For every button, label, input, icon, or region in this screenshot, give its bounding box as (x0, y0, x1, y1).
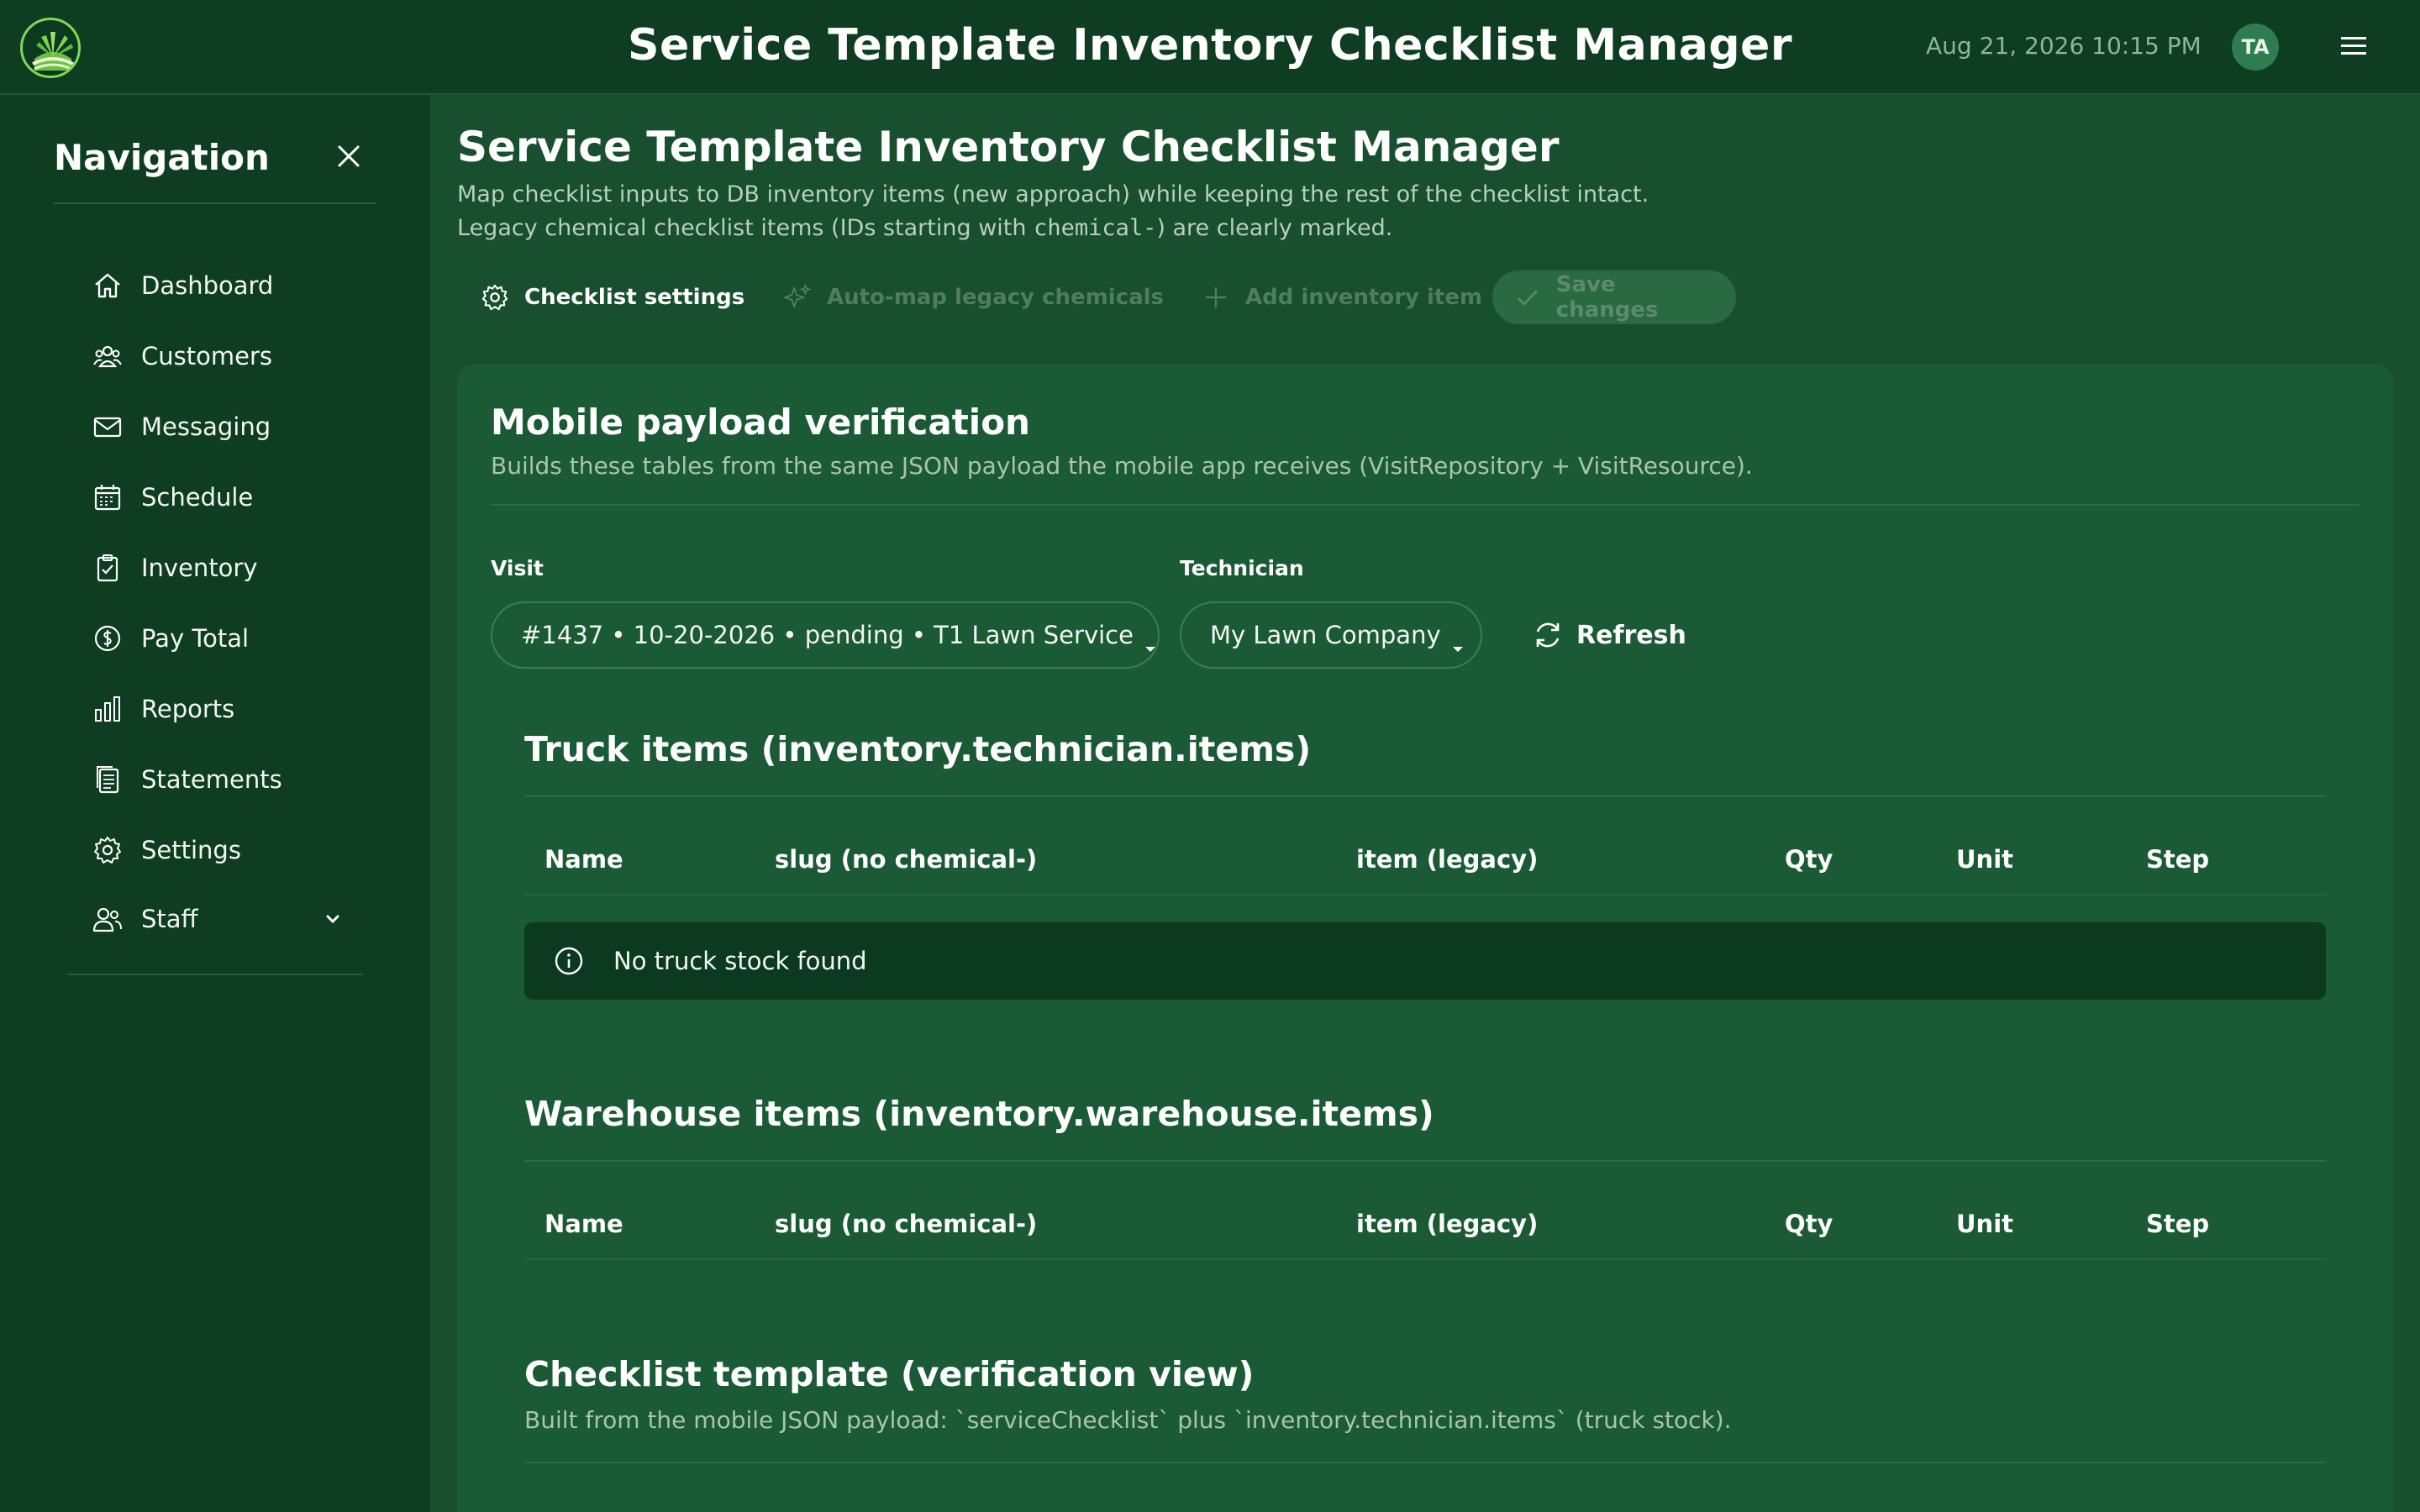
empty-state-message: No truck stock found (613, 947, 867, 975)
divider (524, 1462, 2326, 1463)
sidebar-item-statements[interactable]: Statements (91, 754, 360, 805)
caret-down-icon (1451, 631, 1465, 652)
close-icon[interactable] (334, 142, 363, 171)
top-bar: Service Template Inventory Checklist Man… (0, 0, 2420, 95)
sidebar-item-label: Staff (141, 905, 198, 933)
staff-icon (91, 902, 124, 936)
checklist-settings-button[interactable]: Checklist settings (459, 270, 766, 324)
clipboard-check-icon (91, 551, 124, 585)
column-header: Qty (1785, 845, 1833, 874)
home-icon (91, 269, 124, 302)
sidebar-item-reports[interactable]: Reports (91, 684, 360, 734)
column-header: item (legacy) (1356, 845, 1539, 874)
bar-chart-icon (91, 692, 124, 726)
sidebar-item-dashboard[interactable]: Dashboard (91, 260, 360, 311)
sidebar-item-pay-total[interactable]: Pay Total (91, 613, 360, 664)
sidebar-item-settings[interactable]: Settings (91, 825, 360, 875)
sidebar-item-customers[interactable]: Customers (91, 331, 360, 381)
sidebar-item-label: Customers (141, 342, 272, 370)
page-description: Map checklist inputs to DB inventory ite… (457, 178, 1649, 245)
sidebar-item-schedule[interactable]: Schedule (91, 472, 360, 522)
check-icon (1514, 283, 1541, 312)
sidebar-item-label: Dashboard (141, 271, 274, 300)
desc-code: chemical- (1034, 215, 1157, 241)
sidebar-item-label: Schedule (141, 483, 254, 512)
chevron-down-icon[interactable] (323, 909, 343, 929)
caret-down-icon (1144, 631, 1157, 652)
envelope-icon (91, 410, 124, 444)
nav-heading: Navigation (54, 137, 270, 178)
sidebar-item-inventory[interactable]: Inventory (91, 543, 360, 593)
divider (524, 894, 2326, 895)
plus-icon (1202, 283, 1230, 312)
nav-divider (67, 974, 363, 975)
visit-label: Visit (491, 556, 544, 580)
sidebar-item-staff[interactable]: Staff (91, 894, 360, 944)
calendar-icon (91, 480, 124, 514)
nav-divider (54, 202, 376, 204)
users-group-icon (91, 339, 124, 373)
button-label: Save changes (1555, 272, 1659, 323)
visit-select[interactable]: #1437 • 10-20-2026 • pending • T1 Lawn S… (491, 601, 1160, 669)
checklist-template-subtitle: Built from the mobile JSON payload: `ser… (524, 1406, 1732, 1434)
warehouse-items-title: Warehouse items (inventory.warehouse.ite… (524, 1094, 1434, 1134)
truck-empty-state: No truck stock found (524, 922, 2326, 1000)
dollar-circle-icon (91, 622, 124, 655)
column-header: Name (544, 1210, 623, 1238)
sidebar-item-label: Messaging (141, 412, 271, 441)
save-changes-button[interactable]: Save changes (1492, 270, 1736, 324)
technician-select[interactable]: My Lawn Company (1180, 601, 1482, 669)
sidebar-item-label: Inventory (141, 554, 258, 582)
column-header: Step (2146, 1210, 2210, 1238)
technician-select-value: My Lawn Company (1210, 621, 1441, 649)
button-label: Auto-map legacy chemicals (827, 285, 1165, 310)
info-icon (553, 945, 585, 977)
sidebar-item-label: Settings (141, 836, 241, 864)
divider (491, 504, 2360, 506)
column-header: Qty (1785, 1210, 1833, 1238)
sidebar-item-messaging[interactable]: Messaging (91, 402, 360, 452)
checklist-template-title: Checklist template (verification view) (524, 1354, 1255, 1394)
hamburger-menu-icon[interactable] (2339, 34, 2368, 59)
button-label: Checklist settings (524, 285, 745, 310)
mobile-payload-verification-card: Mobile payload verification Builds these… (457, 365, 2393, 1512)
gear-icon (91, 833, 124, 867)
card-subtitle: Builds these tables from the same JSON p… (491, 452, 1753, 480)
auto-map-legacy-chemicals-button[interactable]: Auto-map legacy chemicals (761, 270, 1186, 324)
visit-select-value: #1437 • 10-20-2026 • pending • T1 Lawn S… (521, 621, 1134, 649)
page-desc-line-2: Legacy chemical checklist items (IDs sta… (457, 212, 1649, 245)
sidebar-item-label: Statements (141, 765, 282, 794)
sidebar: Navigation Dashboard Customers Messaging… (0, 95, 430, 1512)
divider (524, 1258, 2326, 1260)
avatar[interactable]: TA (2232, 24, 2279, 71)
documents-icon (91, 763, 124, 796)
divider (524, 1160, 2326, 1162)
column-header: Unit (1956, 845, 2013, 874)
sidebar-item-label: Pay Total (141, 624, 250, 653)
refresh-button[interactable]: Refresh (1531, 608, 1686, 662)
column-header: Name (544, 845, 623, 874)
card-title: Mobile payload verification (491, 402, 1030, 443)
sparkles-icon (783, 283, 812, 312)
column-header: slug (no chemical-) (775, 845, 1038, 874)
page-desc-line-1: Map checklist inputs to DB inventory ite… (457, 181, 1649, 207)
sidebar-item-label: Reports (141, 695, 235, 723)
truck-items-title: Truck items (inventory.technician.items) (524, 729, 1312, 769)
button-label: Refresh (1576, 620, 1686, 650)
column-header: slug (no chemical-) (775, 1210, 1038, 1238)
add-inventory-item-button[interactable]: Add inventory item (1180, 270, 1504, 324)
technician-label: Technician (1180, 556, 1304, 580)
desc-text: Legacy chemical checklist items (IDs sta… (457, 215, 1034, 241)
gear-icon (481, 283, 509, 312)
column-header: Unit (1956, 1210, 2013, 1238)
button-label: Add inventory item (1245, 285, 1483, 310)
column-header: Step (2146, 845, 2210, 874)
divider (524, 795, 2326, 797)
desc-text: ) are clearly marked. (1156, 215, 1393, 241)
refresh-icon (1531, 618, 1565, 652)
page-title: Service Template Inventory Checklist Man… (457, 123, 1560, 171)
column-header: item (legacy) (1356, 1210, 1539, 1238)
current-datetime: Aug 21, 2026 10:15 PM (1926, 32, 2202, 60)
